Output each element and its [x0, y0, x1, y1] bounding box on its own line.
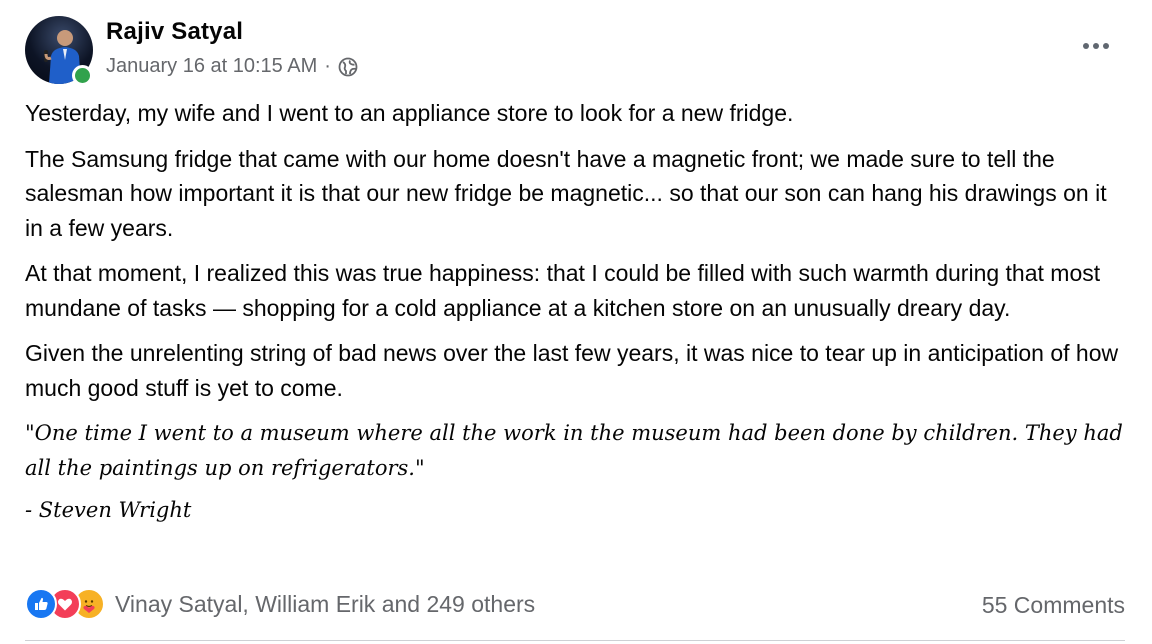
- meta-separator: ·: [324, 55, 331, 77]
- globe-icon[interactable]: [338, 57, 358, 77]
- reactors-text[interactable]: Vinay Satyal, William Erik and 249 other…: [115, 591, 535, 618]
- post-body: Yesterday, my wife and I went to an appl…: [25, 96, 1125, 527]
- quote-attribution: - Steven Wright: [25, 498, 192, 522]
- post-timestamp[interactable]: January 16 at 10:15 AM: [106, 55, 317, 78]
- post-meta: January 16 at 10:15 AM ·: [106, 55, 358, 78]
- author-name[interactable]: Rajiv Satyal: [106, 18, 243, 46]
- comments-count[interactable]: 55 Comments: [982, 592, 1125, 619]
- post-paragraph: Given the unrelenting string of bad news…: [25, 340, 1119, 401]
- facebook-post: Rajiv Satyal January 16 at 10:15 AM · Ye…: [0, 0, 1152, 644]
- post-paragraph: At that moment, I realized this was true…: [25, 260, 1101, 321]
- more-options-button[interactable]: [1076, 30, 1116, 62]
- dot: [1083, 43, 1089, 49]
- online-status-indicator: [72, 65, 93, 86]
- reaction-icons[interactable]: [25, 588, 105, 620]
- reactions-summary[interactable]: Vinay Satyal, William Erik and 249 other…: [25, 588, 535, 620]
- like-icon[interactable]: [25, 588, 57, 620]
- post-quote: "One time I went to a museum where all t…: [25, 421, 1123, 480]
- divider: [25, 640, 1125, 641]
- dot: [1103, 43, 1109, 49]
- post-paragraph: The Samsung fridge that came with our ho…: [25, 145, 1107, 241]
- dot: [1093, 43, 1099, 49]
- post-paragraph: Yesterday, my wife and I went to an appl…: [25, 100, 794, 126]
